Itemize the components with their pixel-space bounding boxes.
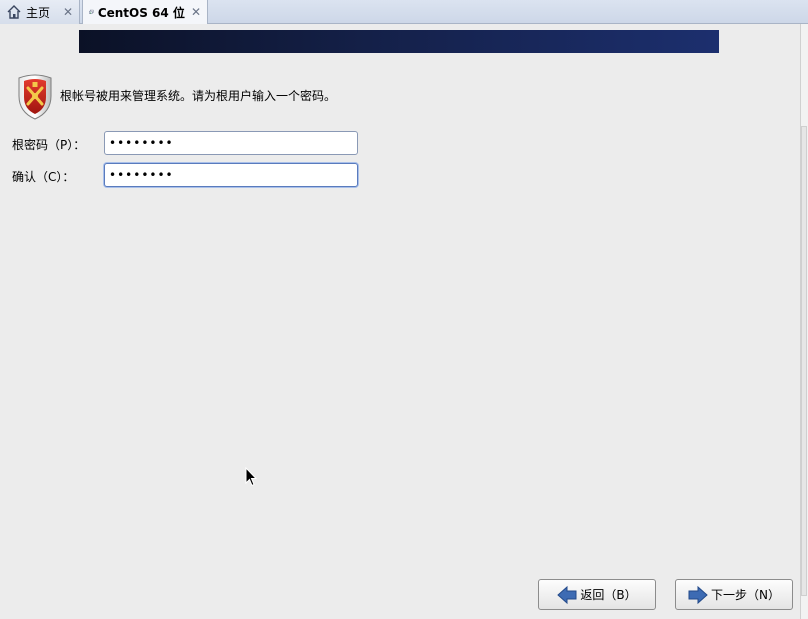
close-icon[interactable]: ✕ — [191, 5, 201, 19]
tab-home[interactable]: 主页 ✕ — [0, 0, 80, 24]
confirm-password-input[interactable] — [104, 163, 358, 187]
mouse-cursor-icon — [245, 467, 257, 487]
back-button[interactable]: 返回（B） — [538, 579, 656, 610]
tab-centos[interactable]: CentOS 64 位 ✕ — [82, 0, 208, 24]
root-password-input[interactable] — [104, 131, 358, 155]
close-icon[interactable]: ✕ — [63, 5, 73, 19]
shield-icon — [18, 74, 52, 120]
root-password-info: 根帐号被用来管理系统。请为根用户输入一个密码。 — [60, 89, 337, 103]
confirm-password-label: 确认（C）： — [12, 170, 75, 184]
next-button[interactable]: 下一步（N） — [675, 579, 793, 610]
tab-bar: 主页 ✕ CentOS 64 位 ✕ — [0, 0, 808, 24]
home-icon — [7, 5, 21, 19]
tab-home-label: 主页 — [26, 5, 51, 20]
back-button-label: 返回（B） — [580, 588, 637, 602]
arrow-left-icon — [557, 585, 577, 604]
installer-header-banner — [79, 30, 719, 53]
next-button-label: 下一步（N） — [711, 588, 780, 602]
arrow-right-icon — [688, 585, 708, 604]
tab-centos-label: CentOS 64 位 — [97, 5, 185, 20]
root-password-label: 根密码（P）： — [12, 138, 86, 152]
scrollbar-thumb[interactable] — [801, 126, 807, 596]
vm-icon — [89, 9, 94, 14]
